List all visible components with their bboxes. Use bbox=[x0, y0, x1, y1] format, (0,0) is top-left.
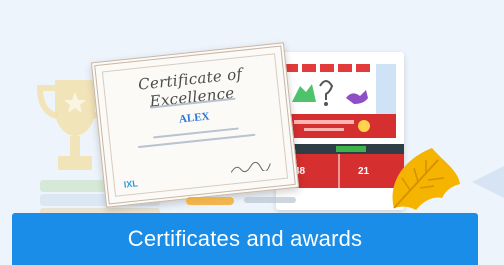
card-title-banner[interactable]: Certificates and awards bbox=[12, 213, 478, 265]
card-title-label: Certificates and awards bbox=[127, 226, 363, 251]
chevron-right-icon bbox=[472, 166, 504, 198]
report-stat-right: 21 bbox=[358, 166, 370, 177]
caption-line bbox=[244, 197, 296, 203]
certificate-logo: IXL bbox=[123, 178, 139, 190]
progress-pill bbox=[186, 197, 234, 205]
certificate-preview: Certificate of Excellence ALEX IXL bbox=[90, 42, 300, 208]
certificates-awards-card[interactable]: 48 21 Certificate of Excellence ALEX IXL… bbox=[0, 0, 504, 265]
leaf-icon bbox=[392, 148, 460, 210]
